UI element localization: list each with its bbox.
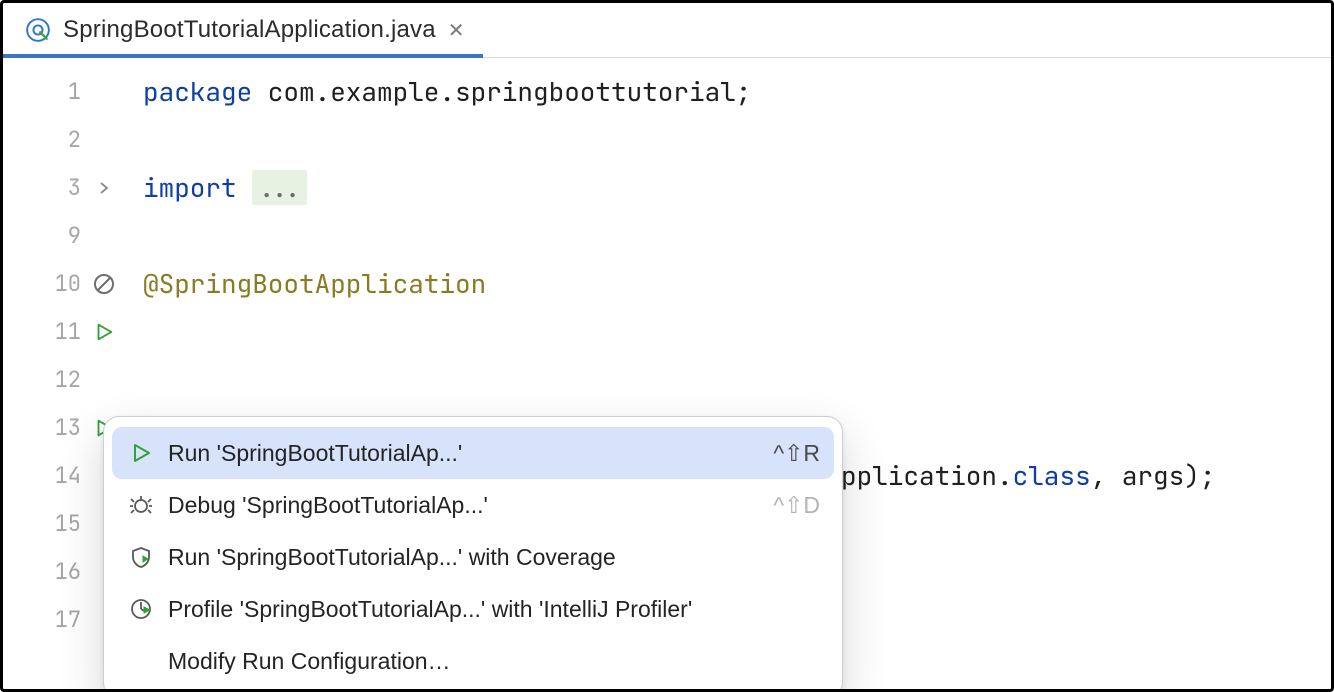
- line-number: 1: [41, 68, 81, 116]
- line-number: 10: [41, 260, 81, 308]
- editor-window: SpringBootTutorialApplication.java ✕ 1 2…: [0, 0, 1334, 692]
- menu-label: Profile 'SpringBootTutorialAp...' with '…: [168, 585, 820, 633]
- keyword: import: [143, 170, 237, 205]
- line-number: 13: [41, 404, 81, 452]
- tab-bar: SpringBootTutorialApplication.java ✕: [3, 3, 1331, 58]
- bug-icon: [126, 490, 156, 520]
- run-icon: [126, 438, 156, 468]
- run-gutter-icon[interactable]: [91, 319, 117, 345]
- no-entry-icon[interactable]: [91, 271, 117, 297]
- line-number: 15: [41, 500, 81, 548]
- line-number: 11: [41, 308, 81, 356]
- menu-label: Run 'SpringBootTutorialAp...' with Cover…: [168, 533, 820, 581]
- close-icon[interactable]: ✕: [448, 18, 465, 43]
- menu-label: Modify Run Configuration…: [168, 637, 820, 685]
- menu-item-debug[interactable]: Debug 'SpringBootTutorialAp...' ^⇧D: [112, 479, 834, 531]
- coverage-icon: [126, 542, 156, 572]
- menu-label: Debug 'SpringBootTutorialAp...': [168, 481, 773, 529]
- keyword: class: [1013, 458, 1091, 493]
- line-number: 3: [41, 164, 81, 212]
- class-file-icon: [25, 17, 51, 43]
- menu-item-coverage[interactable]: Run 'SpringBootTutorialAp...' with Cover…: [112, 531, 834, 583]
- code-text: , args);: [1091, 458, 1216, 493]
- line-number: 16: [41, 548, 81, 596]
- menu-shortcut: ^⇧R: [773, 429, 820, 477]
- line-number: 9: [41, 212, 81, 260]
- tab-title: SpringBootTutorialApplication.java: [63, 16, 436, 44]
- menu-item-modify-config[interactable]: Modify Run Configuration…: [112, 635, 834, 687]
- run-context-menu: Run 'SpringBootTutorialAp...' ^⇧R Debug …: [103, 416, 843, 689]
- menu-item-profile[interactable]: Profile 'SpringBootTutorialAp...' with '…: [112, 583, 834, 635]
- annotation: @SpringBootApplication: [143, 266, 486, 301]
- code-text: com.example.springboottutorial;: [252, 74, 751, 109]
- keyword: package: [143, 74, 252, 109]
- line-number: 17: [41, 596, 81, 644]
- menu-label: Run 'SpringBootTutorialAp...': [168, 429, 773, 477]
- line-number: 14: [41, 452, 81, 500]
- blank-icon: [126, 646, 156, 676]
- line-number: 2: [41, 116, 81, 164]
- folded-region[interactable]: ...: [252, 170, 307, 205]
- line-number: 12: [41, 356, 81, 404]
- code-editor[interactable]: 1 2 3 9 10 11 12 13: [3, 58, 1331, 689]
- fold-icon[interactable]: [91, 175, 117, 201]
- file-tab[interactable]: SpringBootTutorialApplication.java ✕: [3, 3, 483, 57]
- menu-shortcut: ^⇧D: [773, 481, 820, 529]
- menu-item-run[interactable]: Run 'SpringBootTutorialAp...' ^⇧R: [112, 427, 834, 479]
- profile-icon: [126, 594, 156, 624]
